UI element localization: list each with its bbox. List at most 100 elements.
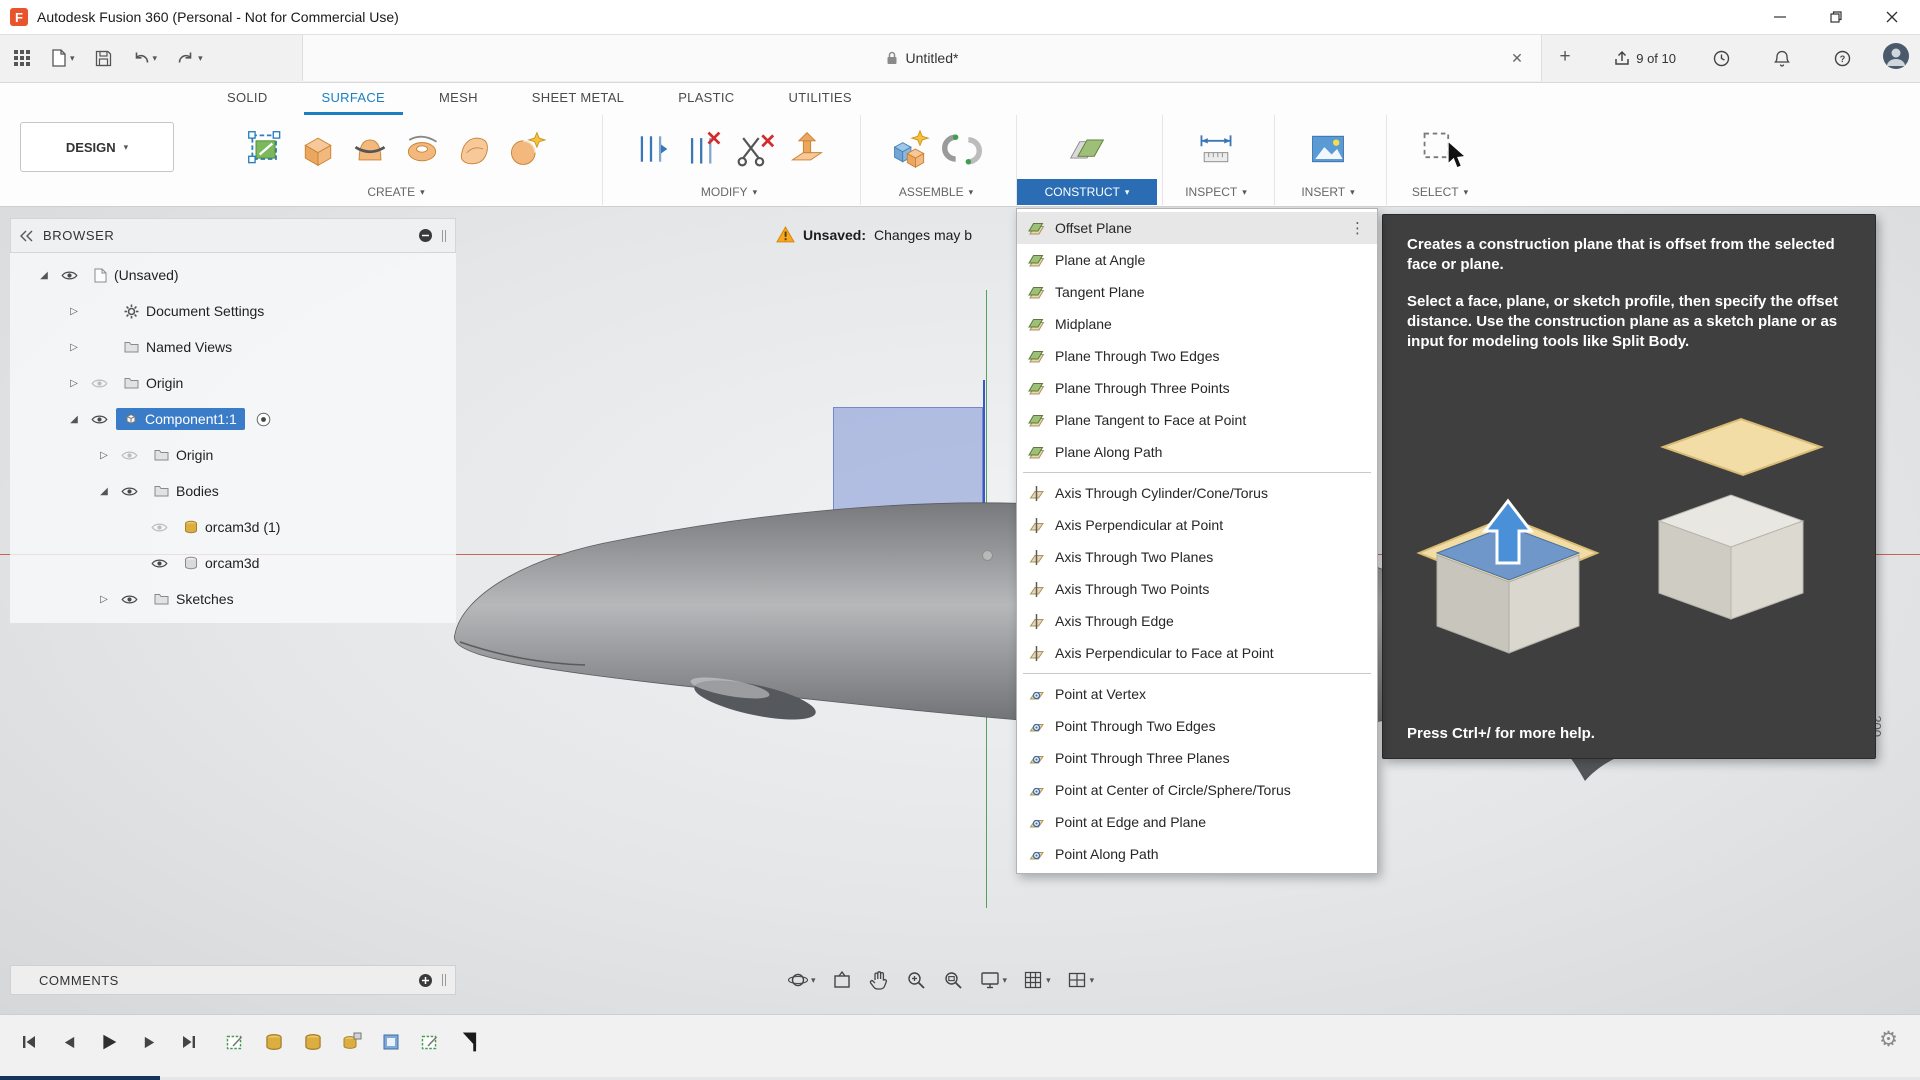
menu-item-midplane[interactable]: Midplane — [1017, 308, 1377, 340]
minimize-button[interactable] — [1752, 0, 1808, 34]
expander-icon[interactable]: ◢ — [96, 486, 112, 497]
tab-surface[interactable]: SURFACE — [304, 82, 404, 115]
overflow-dots-icon[interactable]: ⋮ — [1346, 219, 1369, 237]
grid-settings-button[interactable]: ▾ — [1017, 965, 1056, 995]
timeline-settings-gear-icon[interactable]: ⚙ — [1879, 1027, 1898, 1052]
browser-item-origin[interactable]: ▷Origin — [10, 437, 456, 473]
feature-mesh-1[interactable] — [261, 1029, 287, 1055]
feature-mesh-2[interactable] — [300, 1029, 326, 1055]
sweep-button[interactable] — [399, 126, 445, 172]
menu-item-plane-through-two-edges[interactable]: Plane Through Two Edges — [1017, 340, 1377, 372]
menu-item-point-at-vertex[interactable]: Point at Vertex — [1017, 678, 1377, 710]
job-status-button[interactable]: 9 of 10 — [1614, 50, 1676, 66]
menu-item-tangent-plane[interactable]: Tangent Plane — [1017, 276, 1377, 308]
new-tab-button[interactable]: + — [1552, 44, 1578, 70]
expander-icon[interactable]: ▷ — [66, 342, 82, 353]
expander-icon[interactable]: ◢ — [66, 414, 82, 425]
step-forward-button[interactable] — [136, 1029, 162, 1055]
help-button[interactable]: ? — [1827, 44, 1858, 73]
restore-button[interactable] — [1808, 0, 1864, 34]
menu-item-point-through-two-edges[interactable]: Point Through Two Edges — [1017, 710, 1377, 742]
new-component-button[interactable] — [887, 126, 933, 172]
collapse-all-icon[interactable] — [418, 228, 433, 243]
panel-grip-icon[interactable] — [441, 229, 447, 243]
undo-button[interactable]: ▾ — [125, 44, 165, 72]
viewports-button[interactable]: ▾ — [1061, 965, 1100, 995]
menu-item-point-at-center-of-circle-sphere-torus[interactable]: Point at Center of Circle/Sphere/Torus — [1017, 774, 1377, 806]
extend-button[interactable] — [784, 126, 830, 172]
browser-item-bodies[interactable]: ◢Bodies — [10, 473, 456, 509]
tab-solid[interactable]: SOLID — [209, 82, 286, 115]
orbit-button[interactable]: ▾ — [782, 965, 821, 995]
group-label-insert[interactable]: INSERT▾ — [1275, 179, 1381, 205]
browser-item-document-settings[interactable]: ▷Document Settings — [10, 293, 456, 329]
browser-item-sketches[interactable]: ▷Sketches — [10, 581, 456, 617]
origin-point[interactable] — [982, 550, 993, 561]
step-back-button[interactable] — [56, 1029, 82, 1055]
menu-item-plane-at-angle[interactable]: Plane at Angle — [1017, 244, 1377, 276]
go-to-start-button[interactable] — [16, 1029, 42, 1055]
expander-icon[interactable]: ▷ — [96, 450, 112, 461]
expander-icon[interactable]: ▷ — [66, 306, 82, 317]
save-button[interactable] — [88, 44, 119, 73]
tab-utilities[interactable]: UTILITIES — [771, 82, 870, 115]
group-label-construct[interactable]: CONSTRUCT▾ — [1017, 179, 1157, 205]
document-tab[interactable]: Untitled* ✕ — [302, 34, 1542, 81]
expand-comments-icon[interactable] — [418, 973, 433, 988]
tab-plastic[interactable]: PLASTIC — [660, 82, 752, 115]
visibility-on-icon[interactable] — [59, 270, 79, 281]
fit-button[interactable] — [937, 965, 969, 995]
create-sketch-button[interactable] — [243, 126, 289, 172]
panel-grip-icon[interactable] — [441, 973, 447, 987]
activate-radio-icon[interactable] — [256, 412, 271, 427]
visibility-off-icon[interactable] — [89, 378, 109, 389]
menu-item-axis-through-two-points[interactable]: Axis Through Two Points — [1017, 573, 1377, 605]
menu-item-axis-through-two-planes[interactable]: Axis Through Two Planes — [1017, 541, 1377, 573]
chevron-down-icon[interactable]: ▾ — [1090, 976, 1095, 985]
browser-item-component1-1[interactable]: ◢Component1:1 — [10, 401, 456, 437]
chevron-down-icon[interactable]: ▾ — [811, 976, 816, 985]
construct-plane-button[interactable] — [1064, 126, 1110, 172]
menu-item-axis-perpendicular-at-point[interactable]: Axis Perpendicular at Point — [1017, 509, 1377, 541]
menu-item-plane-tangent-to-face-at-point[interactable]: Plane Tangent to Face at Point — [1017, 404, 1377, 436]
browser-item-origin[interactable]: ▷Origin — [10, 365, 456, 401]
browser-item-named-views[interactable]: ▷Named Views — [10, 329, 456, 365]
chevron-down-icon[interactable]: ▾ — [1003, 976, 1008, 985]
menu-item-point-along-path[interactable]: Point Along Path — [1017, 838, 1377, 870]
expander-icon[interactable]: ▷ — [96, 594, 112, 605]
expander-icon[interactable]: ▷ — [66, 378, 82, 389]
tab-mesh[interactable]: MESH — [421, 82, 496, 115]
patch-button[interactable] — [451, 126, 497, 172]
user-avatar[interactable] — [1882, 42, 1910, 75]
pan-button[interactable] — [863, 965, 895, 995]
comments-bar[interactable]: COMMENTS — [10, 965, 456, 995]
group-label-select[interactable]: SELECT▾ — [1387, 179, 1493, 205]
display-settings-button[interactable]: ▾ — [974, 965, 1013, 995]
menu-item-point-through-three-planes[interactable]: Point Through Three Planes — [1017, 742, 1377, 774]
visibility-on-icon[interactable] — [89, 414, 109, 425]
measure-button[interactable] — [1193, 126, 1239, 172]
group-label-assemble[interactable]: ASSEMBLE▾ — [861, 179, 1011, 205]
visibility-on-icon[interactable] — [149, 558, 169, 569]
trim-button[interactable] — [732, 126, 778, 172]
notifications-button[interactable] — [1767, 44, 1797, 73]
tab-sheet-metal[interactable]: SHEET METAL — [514, 82, 642, 115]
chevron-down-icon[interactable]: ▾ — [1046, 976, 1051, 985]
timeline-marker[interactable] — [456, 1029, 482, 1055]
menu-item-plane-through-three-points[interactable]: Plane Through Three Points — [1017, 372, 1377, 404]
browser-item-orcam3d-1[interactable]: orcam3d (1) — [10, 509, 456, 545]
play-button[interactable] — [96, 1029, 122, 1055]
insert-canvas-button[interactable] — [1305, 126, 1351, 172]
menu-item-plane-along-path[interactable]: Plane Along Path — [1017, 436, 1377, 468]
extrude-button[interactable] — [295, 126, 341, 172]
feature-box[interactable] — [378, 1029, 404, 1055]
redo-button[interactable]: ▾ — [170, 44, 210, 72]
menu-item-axis-perpendicular-to-face-at-point[interactable]: Axis Perpendicular to Face at Point — [1017, 637, 1377, 669]
close-button[interactable] — [1864, 0, 1920, 34]
zoom-button[interactable] — [900, 965, 932, 995]
app-grid-button[interactable] — [6, 43, 38, 73]
visibility-on-icon[interactable] — [119, 594, 139, 605]
offset-surface-button[interactable] — [503, 126, 549, 172]
workspace-selector[interactable]: DESIGN ▾ — [20, 122, 174, 172]
collapse-panel-icon[interactable] — [19, 230, 33, 242]
